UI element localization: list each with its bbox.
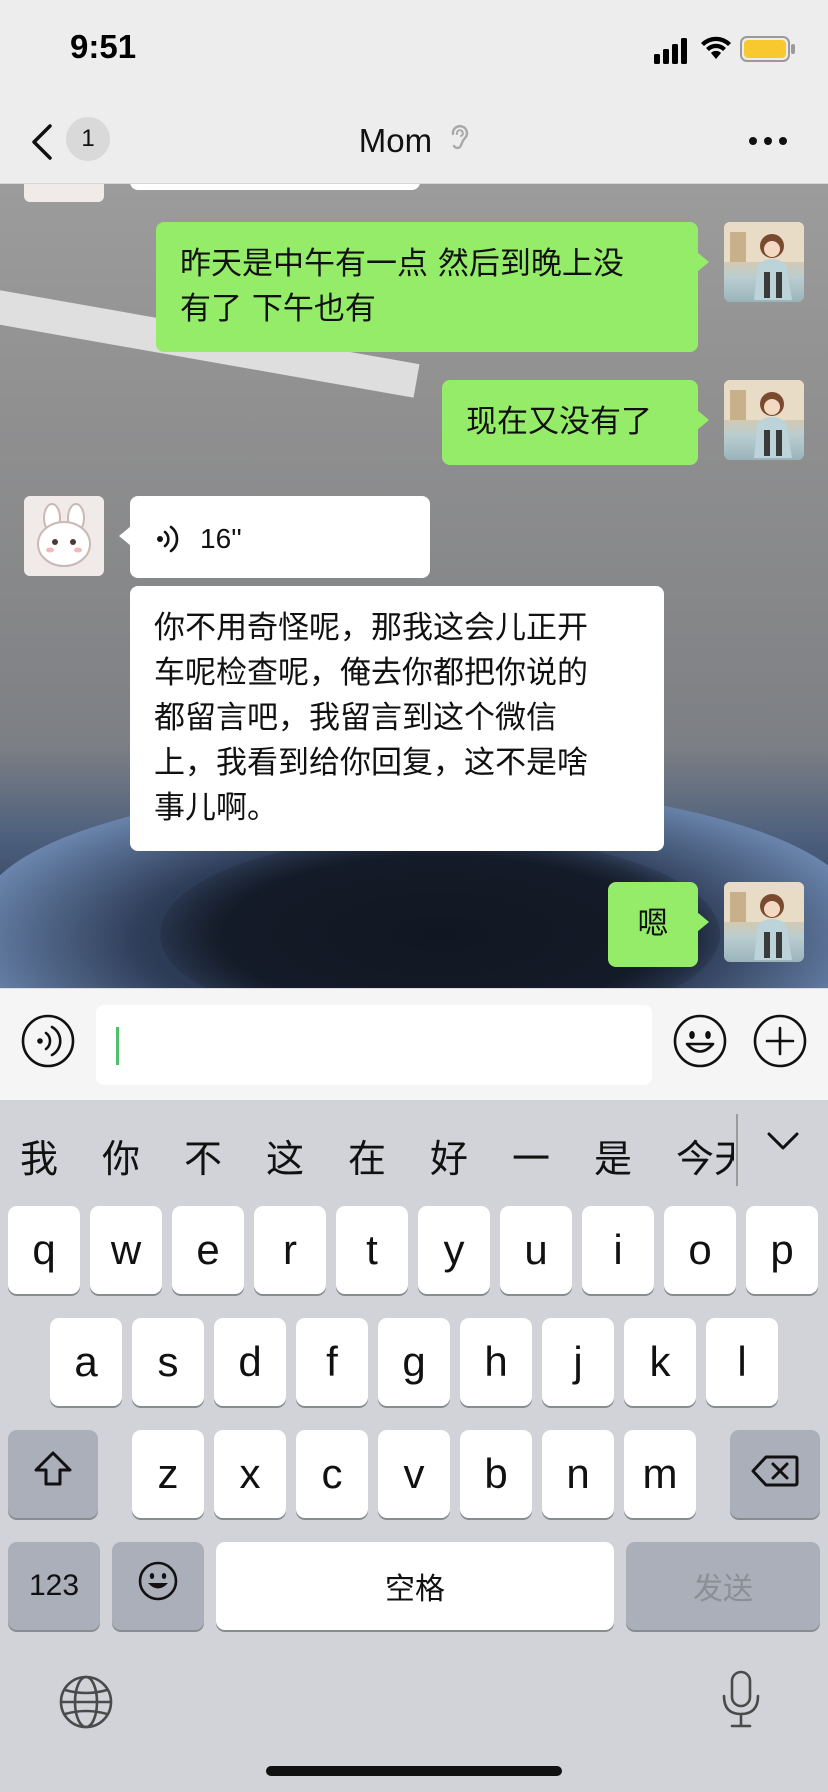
- status-time: 9:51: [70, 28, 137, 65]
- wifi-icon: [700, 34, 732, 64]
- message-bubble-partial[interactable]: [130, 184, 420, 190]
- ear-icon: [449, 122, 469, 160]
- key-b[interactable]: b: [460, 1430, 532, 1518]
- key-p[interactable]: p: [746, 1206, 818, 1294]
- key-u[interactable]: u: [500, 1206, 572, 1294]
- candidate-word[interactable]: 这: [266, 1128, 304, 1183]
- key-a[interactable]: a: [50, 1318, 122, 1406]
- chat-header: 1 Mom: [0, 100, 828, 184]
- my-avatar[interactable]: [724, 380, 804, 460]
- key-x[interactable]: x: [214, 1430, 286, 1518]
- voice-message-bubble[interactable]: 16'': [119, 496, 430, 578]
- message-input[interactable]: [96, 1005, 652, 1085]
- candidate-word[interactable]: 你: [102, 1128, 140, 1183]
- key-n[interactable]: n: [542, 1430, 614, 1518]
- key-e[interactable]: e: [172, 1206, 244, 1294]
- key-d[interactable]: d: [214, 1318, 286, 1406]
- my-avatar[interactable]: [724, 882, 804, 962]
- key-c[interactable]: c: [296, 1430, 368, 1518]
- voice-wave-icon: [156, 522, 182, 567]
- backspace-key[interactable]: [730, 1430, 820, 1518]
- home-indicator[interactable]: [266, 1766, 562, 1776]
- key-k[interactable]: k: [624, 1318, 696, 1406]
- emoji-key-icon: [137, 1560, 179, 1612]
- candidate-divider: [736, 1114, 738, 1186]
- candidate-word[interactable]: 在: [348, 1128, 386, 1183]
- candidate-bar: 我 你 不 这 在 好 一 是 今天: [0, 1100, 828, 1196]
- message-bubble-received[interactable]: 你不用奇怪呢，那我这会儿正开 车呢检查呢，俺去你都把你说的 都留言吧，我留言到这…: [130, 586, 664, 851]
- voice-duration: 16'': [200, 523, 242, 554]
- mic-icon[interactable]: [720, 1670, 762, 1734]
- chat-title-text: Mom: [358, 122, 433, 160]
- message-bubble-sent[interactable]: 昨天是中午有一点 然后到晚上没 有了 下午也有: [156, 222, 709, 352]
- chevron-down-icon[interactable]: [766, 1130, 800, 1156]
- more-icon[interactable]: [748, 132, 788, 151]
- emoji-icon[interactable]: [672, 1013, 728, 1073]
- keyboard: 我 你 不 这 在 好 一 是 今天 q w e r t y u i o p a…: [0, 1100, 828, 1792]
- key-r[interactable]: r: [254, 1206, 326, 1294]
- message-bubble-sent[interactable]: 嗯: [608, 882, 709, 967]
- candidate-word[interactable]: 是: [594, 1128, 632, 1183]
- voice-toggle-icon[interactable]: [20, 1013, 76, 1073]
- candidate-word[interactable]: 好: [430, 1128, 468, 1183]
- candidate-word[interactable]: 今天: [676, 1128, 734, 1183]
- my-avatar[interactable]: [724, 222, 804, 302]
- message-bubble-sent[interactable]: 现在又没有了: [442, 380, 709, 465]
- battery-icon: [740, 36, 796, 66]
- status-bar: 9:51: [0, 0, 828, 100]
- shift-icon: [32, 1449, 74, 1499]
- candidate-word[interactable]: 不: [184, 1128, 222, 1183]
- key-g[interactable]: g: [378, 1318, 450, 1406]
- key-w[interactable]: w: [90, 1206, 162, 1294]
- text-caret: [116, 1027, 119, 1065]
- key-o[interactable]: o: [664, 1206, 736, 1294]
- backspace-icon: [751, 1450, 799, 1498]
- shift-key[interactable]: [8, 1430, 98, 1518]
- chat-messages[interactable]: 昨天是中午有一点 然后到晚上没 有了 下午也有 现在又没有了 16'' 你不用奇…: [0, 184, 828, 988]
- send-key[interactable]: 发送: [626, 1542, 820, 1630]
- contact-avatar[interactable]: [24, 496, 104, 576]
- emoji-key[interactable]: [112, 1542, 204, 1630]
- plus-icon[interactable]: [752, 1013, 808, 1073]
- key-f[interactable]: f: [296, 1318, 368, 1406]
- signal-icon: [654, 38, 690, 68]
- contact-avatar[interactable]: [24, 184, 104, 202]
- key-s[interactable]: s: [132, 1318, 204, 1406]
- key-l[interactable]: l: [706, 1318, 778, 1406]
- key-v[interactable]: v: [378, 1430, 450, 1518]
- key-i[interactable]: i: [582, 1206, 654, 1294]
- key-q[interactable]: q: [8, 1206, 80, 1294]
- key-t[interactable]: t: [336, 1206, 408, 1294]
- candidate-word[interactable]: 一: [512, 1128, 550, 1183]
- space-key[interactable]: 空格: [216, 1542, 614, 1630]
- candidate-word[interactable]: 我: [20, 1128, 58, 1183]
- key-m[interactable]: m: [624, 1430, 696, 1518]
- key-y[interactable]: y: [418, 1206, 490, 1294]
- input-bar: [0, 988, 828, 1100]
- numbers-key[interactable]: 123: [8, 1542, 100, 1630]
- key-z[interactable]: z: [132, 1430, 204, 1518]
- key-j[interactable]: j: [542, 1318, 614, 1406]
- chat-title: Mom: [0, 120, 828, 160]
- globe-icon[interactable]: [58, 1674, 114, 1734]
- key-h[interactable]: h: [460, 1318, 532, 1406]
